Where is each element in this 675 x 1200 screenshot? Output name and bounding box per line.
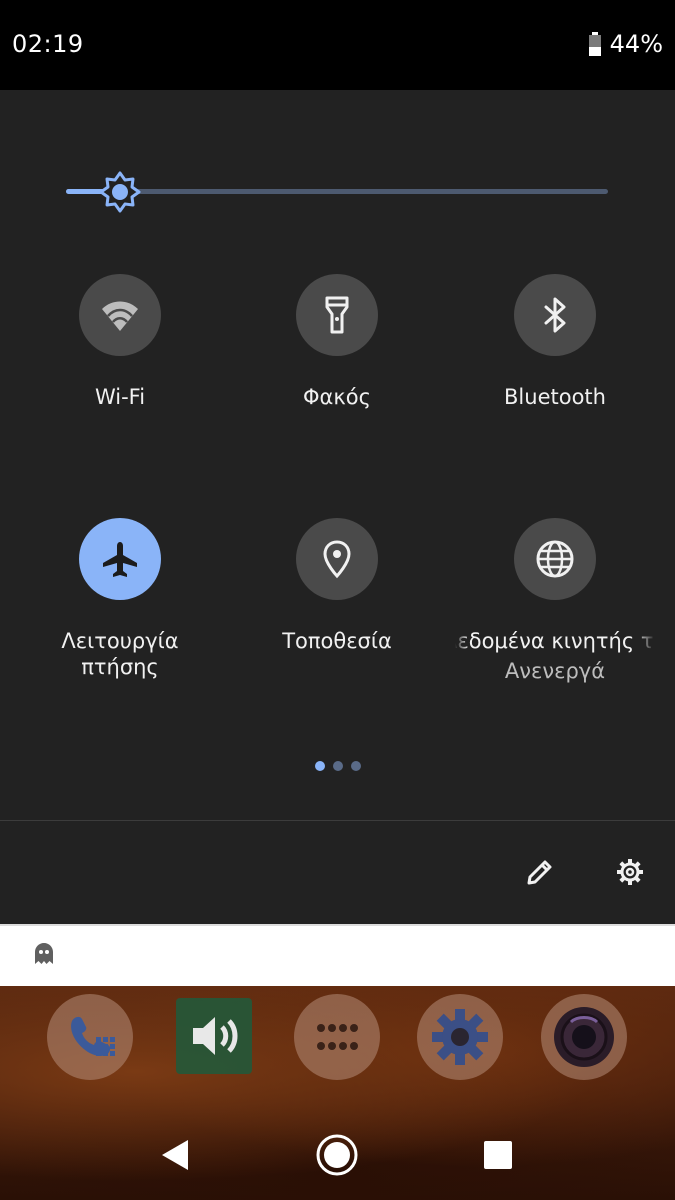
phone-app-icon[interactable] [47, 994, 133, 1080]
tile-airplane-mode[interactable]: Λειτουργία πτήσης [20, 518, 220, 698]
brightness-thumb-icon[interactable] [99, 171, 141, 213]
page-dot[interactable] [314, 761, 325, 771]
tile-mobile-data[interactable]: Δεδομένα κινητής τηλεφωνίας Ανενεργά [455, 518, 655, 698]
location-pin-icon[interactable] [296, 518, 378, 600]
flashlight-icon[interactable] [296, 274, 378, 356]
page-dot[interactable] [332, 761, 343, 771]
brightness-track [66, 189, 608, 194]
page-indicator [0, 761, 675, 771]
settings-button[interactable] [605, 847, 655, 897]
back-icon [162, 1140, 188, 1170]
tile-location[interactable]: Τοποθεσία [237, 518, 437, 698]
brightness-slider[interactable] [66, 171, 608, 213]
home-icon [316, 1134, 358, 1176]
quick-settings-panel: Wi-Fi Φακός Bluetooth Λειτουργία πτήσης … [0, 90, 675, 924]
pencil-icon [527, 860, 552, 885]
airplane-icon[interactable] [79, 518, 161, 600]
tile-mobile-data-label: Δεδομένα κινητής τηλεφωνίας [455, 629, 655, 653]
home-screen [0, 986, 675, 1200]
home-button[interactable] [307, 1130, 367, 1180]
gear-icon [617, 859, 643, 885]
wifi-icon[interactable] [79, 274, 161, 356]
tile-flashlight-label: Φακός [303, 385, 371, 409]
status-bar: 02:19 44% [0, 0, 675, 90]
tile-wifi-label: Wi-Fi [94, 385, 146, 409]
app-drawer-icon[interactable] [294, 994, 380, 1080]
volume-app-icon[interactable] [176, 998, 252, 1074]
back-button[interactable] [145, 1130, 205, 1180]
tile-bluetooth[interactable]: Bluetooth [455, 274, 655, 454]
settings-app-icon[interactable] [417, 994, 503, 1080]
globe-icon[interactable] [514, 518, 596, 600]
status-time: 02:19 [12, 30, 84, 58]
tile-flashlight[interactable]: Φακός [237, 274, 437, 454]
tile-location-label: Τοποθεσία [282, 629, 392, 653]
notification-strip[interactable] [0, 924, 675, 986]
tile-wifi[interactable]: Wi-Fi [20, 274, 220, 454]
ghost-icon [33, 942, 55, 970]
tile-mobile-data-status: Ανενεργά [504, 659, 606, 683]
status-right: 44% [588, 30, 663, 58]
edit-button[interactable] [515, 847, 565, 897]
recents-button[interactable] [468, 1130, 528, 1180]
divider [0, 820, 675, 821]
android-screen: 02:19 44% Wi-Fi Φακός Bluetooth Λειτουργ… [0, 0, 675, 1200]
tile-bluetooth-label: Bluetooth [504, 385, 606, 409]
tile-airplane-label: Λειτουργία πτήσης [61, 629, 179, 679]
bluetooth-icon[interactable] [514, 274, 596, 356]
battery-icon [588, 32, 602, 56]
battery-percent: 44% [609, 30, 663, 58]
camera-app-icon[interactable] [541, 994, 627, 1080]
recents-icon [484, 1141, 512, 1169]
page-dot[interactable] [350, 761, 361, 771]
